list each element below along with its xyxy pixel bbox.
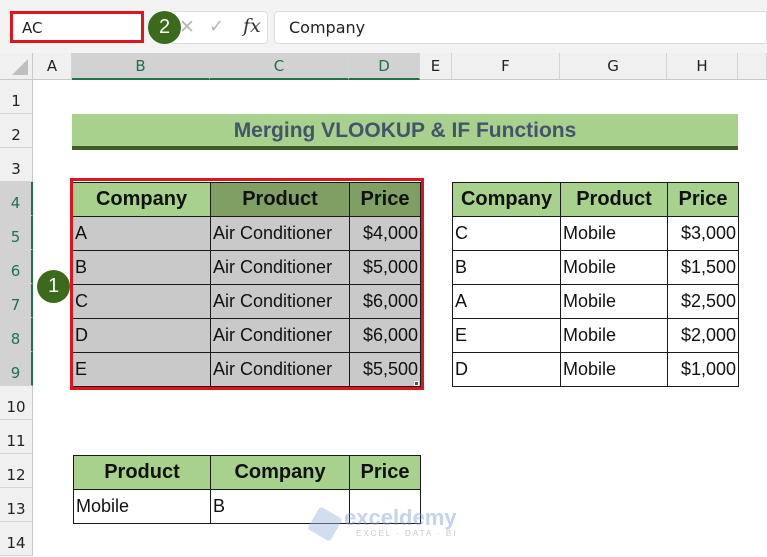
header-company[interactable]: Company: [72, 182, 211, 217]
header-product[interactable]: Product: [560, 182, 668, 217]
row-header-12[interactable]: 12: [0, 454, 33, 488]
step-badge-1: 1: [37, 270, 70, 303]
step-badge-2: 2: [148, 11, 181, 44]
cell-company[interactable]: E: [72, 352, 211, 387]
table-row: C Air Conditioner $6,000: [72, 284, 421, 319]
header-product[interactable]: Product: [210, 182, 350, 217]
cell-price[interactable]: $1,000: [667, 352, 739, 387]
cell-price[interactable]: $4,000: [349, 216, 421, 251]
cell-company[interactable]: E: [452, 318, 561, 353]
row-header-2[interactable]: 2: [0, 114, 33, 148]
table-row: D Mobile $1,000: [452, 352, 739, 387]
table-row: E Air Conditioner $5,500: [72, 352, 421, 387]
cell-price[interactable]: $5,000: [349, 250, 421, 285]
cell-company[interactable]: B: [72, 250, 211, 285]
row-header-10[interactable]: 10: [0, 386, 33, 420]
fill-handle[interactable]: [414, 381, 419, 386]
table-header-row: Company Product Price: [452, 182, 739, 217]
row-header-11[interactable]: 11: [0, 420, 33, 454]
column-header-b[interactable]: B: [72, 53, 210, 80]
header-price[interactable]: Price: [667, 182, 739, 217]
row-header-8[interactable]: 8: [0, 318, 33, 352]
check-icon[interactable]: ✓: [209, 16, 224, 37]
header-company[interactable]: Company: [210, 455, 350, 490]
cell-company[interactable]: A: [72, 216, 211, 251]
row-header-9[interactable]: 9: [0, 352, 33, 386]
cell-price[interactable]: $5,500: [349, 352, 421, 387]
source-table-mobile: Company Product Price C Mobile $3,000 B …: [452, 182, 739, 387]
row-header-1[interactable]: 1: [0, 80, 33, 114]
sheet-title[interactable]: Merging VLOOKUP & IF Functions: [72, 114, 738, 150]
table-row: C Mobile $3,000: [452, 216, 739, 251]
table-row: B Air Conditioner $5,000: [72, 250, 421, 285]
column-header-a[interactable]: A: [33, 53, 72, 80]
cell-price[interactable]: $1,500: [667, 250, 739, 285]
cell-product[interactable]: Mobile: [560, 250, 668, 285]
column-header-g[interactable]: G: [560, 53, 667, 80]
header-price[interactable]: Price: [349, 455, 421, 490]
cell-company[interactable]: D: [72, 318, 211, 353]
row-header-4[interactable]: 4: [0, 182, 33, 216]
header-company[interactable]: Company: [452, 182, 561, 217]
cell-price[interactable]: $3,000: [667, 216, 739, 251]
row-header-14[interactable]: 14: [0, 522, 33, 556]
cell-company[interactable]: D: [452, 352, 561, 387]
cell-price[interactable]: $6,000: [349, 284, 421, 319]
table-header-row: Company Product Price: [72, 182, 421, 217]
cell-product[interactable]: Mobile: [560, 284, 668, 319]
table-row: E Mobile $2,000: [452, 318, 739, 353]
cell-product[interactable]: Air Conditioner: [210, 250, 350, 285]
cancel-x-icon[interactable]: ✕: [179, 16, 195, 38]
column-header-c[interactable]: C: [210, 53, 349, 80]
cell-product[interactable]: Mobile: [560, 318, 668, 353]
cell-company[interactable]: C: [72, 284, 211, 319]
table-row: D Air Conditioner $6,000: [72, 318, 421, 353]
cell-product[interactable]: Air Conditioner: [210, 352, 350, 387]
source-table-air-conditioner: Company Product Price A Air Conditioner …: [72, 182, 421, 387]
formula-bar-input[interactable]: Company: [274, 11, 767, 44]
row-header-5[interactable]: 5: [0, 216, 33, 250]
cell-company[interactable]: B: [452, 250, 561, 285]
select-all-button[interactable]: [0, 53, 33, 80]
insert-function-button[interactable]: fx: [243, 15, 261, 37]
column-header-e[interactable]: E: [420, 53, 452, 80]
cell-company[interactable]: C: [452, 216, 561, 251]
watermark-tagline: EXCEL · DATA · BI: [356, 529, 458, 538]
name-box[interactable]: AC: [10, 11, 144, 43]
row-header-3[interactable]: 3: [0, 148, 33, 182]
table-row: B Mobile $1,500: [452, 250, 739, 285]
cell-price[interactable]: $6,000: [349, 318, 421, 353]
table-header-row: Product Company Price: [73, 455, 421, 490]
column-header-d[interactable]: D: [349, 53, 420, 80]
formula-controls: ✕ ✓ fx: [170, 11, 268, 44]
column-header-next[interactable]: [738, 53, 767, 80]
cell-product[interactable]: Mobile: [560, 352, 668, 387]
cell-product[interactable]: Mobile: [560, 216, 668, 251]
cell-price[interactable]: $2,500: [667, 284, 739, 319]
table-row: A Mobile $2,500: [452, 284, 739, 319]
header-product[interactable]: Product: [73, 455, 211, 490]
cell-product[interactable]: Air Conditioner: [210, 216, 350, 251]
cell-price[interactable]: $2,000: [667, 318, 739, 353]
cell-product[interactable]: Air Conditioner: [210, 318, 350, 353]
cell-product-input[interactable]: Mobile: [73, 489, 211, 524]
cell-company[interactable]: A: [452, 284, 561, 319]
row-header-7[interactable]: 7: [0, 284, 33, 318]
column-header-h[interactable]: H: [667, 53, 738, 80]
row-header-6[interactable]: 6: [0, 250, 33, 284]
watermark-brand: exceldemy: [344, 505, 457, 530]
select-all-triangle-icon: [12, 59, 28, 75]
header-price[interactable]: Price: [349, 182, 421, 217]
table-row: A Air Conditioner $4,000: [72, 216, 421, 251]
column-header-f[interactable]: F: [452, 53, 560, 80]
row-header-13[interactable]: 13: [0, 488, 33, 522]
cell-product[interactable]: Air Conditioner: [210, 284, 350, 319]
